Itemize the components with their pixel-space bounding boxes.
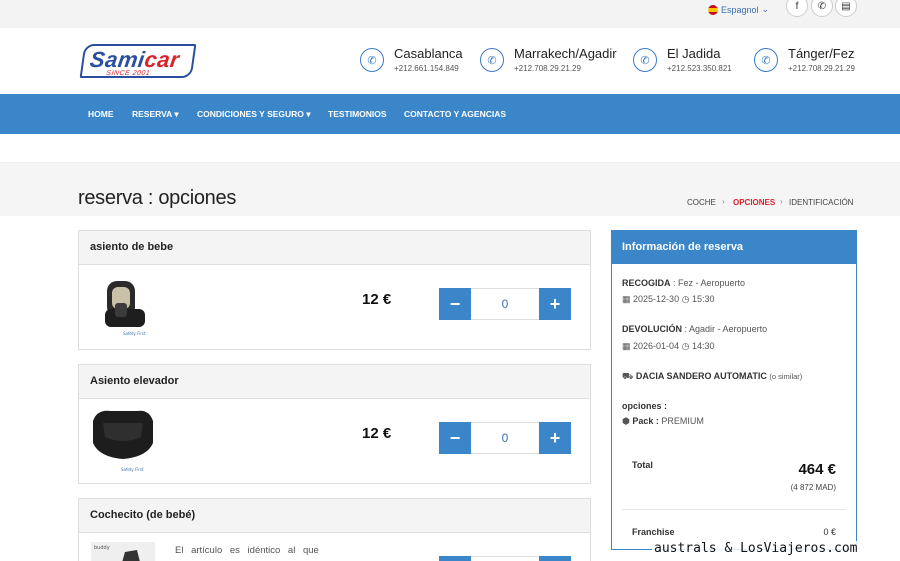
decrement-button[interactable]: − <box>439 422 471 454</box>
car-icon: ⛟ <box>622 371 634 381</box>
svg-text:Safety First: Safety First <box>123 331 146 336</box>
logo-tagline: SINCE 2001 <box>105 70 151 77</box>
booster-seat-image: Safety First <box>93 410 153 472</box>
nav-contacto[interactable]: CONTACTO Y AGENCIAS <box>404 109 506 119</box>
breadcrumb-identificacion: IDENTIFICACIÓN <box>789 198 854 207</box>
franchise-value: 0 € <box>823 527 836 537</box>
divider <box>622 509 846 510</box>
contact-city: Tánger/Fez <box>788 46 855 61</box>
clock-icon: ◷ <box>681 294 690 304</box>
calendar-icon: ▦ <box>622 341 631 351</box>
breadcrumb-coche[interactable]: COCHE <box>687 198 716 207</box>
return-line: DEVOLUCIÓN : Agadir - Aeropuerto <box>622 324 768 334</box>
facebook-icon[interactable]: f <box>786 0 808 17</box>
option-title: Cochecito (de bebé) <box>79 499 590 533</box>
watermark: australs & LosViajeros.com <box>652 541 860 556</box>
language-selector[interactable]: Espagnol ⌄ <box>708 4 769 15</box>
contact-phone[interactable]: +212.661.154.849 <box>394 64 459 73</box>
svg-text:Safety First: Safety First <box>121 467 144 472</box>
calendar-icon: ▦ <box>622 294 631 304</box>
page-title: reserva : opciones <box>78 187 237 209</box>
contact-city: El Jadida <box>667 46 721 61</box>
box-icon: ⬢ <box>622 416 630 426</box>
top-bar: Espagnol ⌄ f ✆ ▤ <box>0 0 900 28</box>
contact-phone[interactable]: +212.523.350.821 <box>667 64 732 73</box>
pickup-datetime: ▦ 2025-12-30 ◷ 15:30 <box>622 294 715 304</box>
nav-home[interactable]: HOME <box>88 109 114 119</box>
quantity-stepper: − 0 + <box>439 288 571 320</box>
stroller-image: buddy <box>91 542 155 561</box>
summary-title: Información de reserva <box>612 231 856 264</box>
baby-seat-image: Safety First <box>105 281 146 336</box>
option-price: 12 € <box>362 291 392 308</box>
increment-button[interactable]: + <box>539 556 571 561</box>
option-card-stroller: Cochecito (de bebé) buddy El artículo es… <box>78 498 591 561</box>
reservation-summary: Información de reserva RECOGIDA : Fez - … <box>611 230 857 550</box>
nav-condiciones[interactable]: CONDICIONES Y SEGURO ▾ <box>197 109 311 120</box>
quantity-stepper: − + <box>439 556 571 561</box>
return-datetime: ▦ 2026-01-04 ◷ 14:30 <box>622 341 715 351</box>
contact-city: Marrakech/Agadir <box>514 46 617 61</box>
chevron-down-icon: ⌄ <box>761 4 770 14</box>
spain-flag-icon <box>708 4 718 15</box>
phone-icon: ✆ <box>480 48 504 72</box>
clock-icon: ◷ <box>681 341 690 351</box>
phone-icon: ✆ <box>360 48 384 72</box>
nav-reserva[interactable]: RESERVA ▾ <box>132 109 179 120</box>
site-header: Samicar SINCE 2001 ✆ Casablanca +212.661… <box>0 28 900 94</box>
option-description: El artículo es idéntico al que <box>175 545 319 556</box>
svg-text:buddy: buddy <box>94 545 110 551</box>
contact-phone[interactable]: +212.708.29.21.29 <box>788 64 855 73</box>
quantity-stepper: − 0 + <box>439 422 571 454</box>
contact-phone[interactable]: +212.708.29.21.29 <box>514 64 581 73</box>
quantity-input[interactable] <box>471 556 539 561</box>
increment-button[interactable]: + <box>539 288 571 320</box>
decrement-button[interactable]: − <box>439 288 471 320</box>
options-label: opciones : <box>622 401 668 411</box>
language-label: Espagnol <box>721 4 759 15</box>
option-title: asiento de bebe <box>79 231 590 265</box>
phone-icon: ✆ <box>754 48 778 72</box>
phone-icon: ✆ <box>633 48 657 72</box>
main-nav: HOME RESERVA ▾ CONDICIONES Y SEGURO ▾ TE… <box>0 94 900 134</box>
breadcrumb-opciones: OPCIONES <box>733 198 776 207</box>
total-value: 464 € <box>798 461 836 478</box>
option-price: 12 € <box>362 425 392 442</box>
car-line: ⛟ DACIA SANDERO AUTOMATIC (o similar) <box>622 371 803 381</box>
total-mad: (4 872 MAD) <box>790 483 836 492</box>
contact-city: Casablanca <box>394 46 463 61</box>
card-icon[interactable]: ▤ <box>835 0 857 17</box>
decrement-button[interactable]: − <box>439 556 471 561</box>
pickup-line: RECOGIDA : Fez - Aeropuerto <box>622 278 746 288</box>
option-card-booster-seat: Asiento elevador Safety First 12 € − 0 + <box>78 364 591 484</box>
breadcrumb-separator: › <box>780 197 783 206</box>
breadcrumb-separator: › <box>722 197 725 206</box>
option-card-baby-seat: asiento de bebe Safety First 12 € − 0 + <box>78 230 591 350</box>
nav-testimonios[interactable]: TESTIMONIOS <box>328 109 387 119</box>
quantity-input[interactable]: 0 <box>471 288 539 320</box>
total-label: Total <box>632 460 653 470</box>
option-title: Asiento elevador <box>79 365 590 399</box>
pack-line: ⬢ Pack : PREMIUM <box>622 416 704 426</box>
increment-button[interactable]: + <box>539 422 571 454</box>
samicar-logo[interactable]: Samicar SINCE 2001 <box>79 44 197 78</box>
whatsapp-icon[interactable]: ✆ <box>811 0 833 17</box>
franchise-label: Franchise <box>632 527 675 537</box>
quantity-input[interactable]: 0 <box>471 422 539 454</box>
